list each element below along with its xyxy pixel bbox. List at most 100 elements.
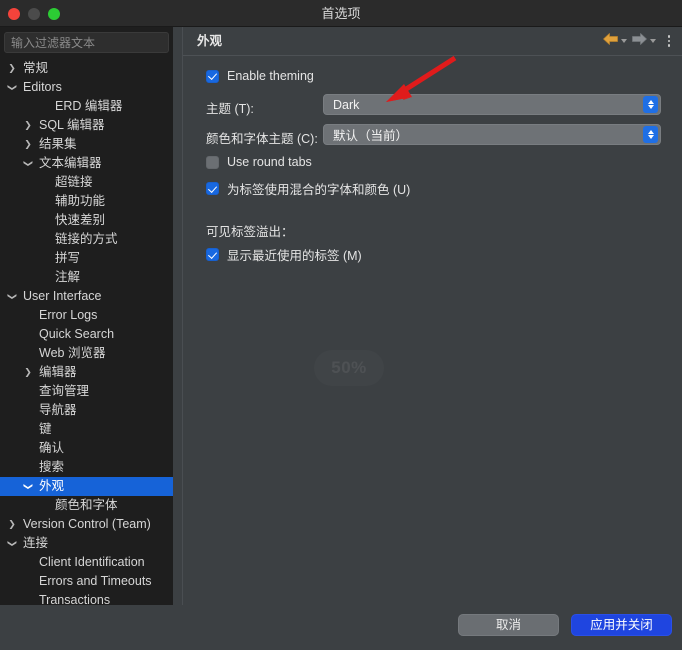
theme-label-row: 主题 (T): (206, 98, 254, 117)
enable-theming-row[interactable]: Enable theming (206, 69, 314, 83)
color-font-theme-label-row: 颜色和字体主题 (C): (206, 128, 318, 147)
sidebar-item-label: Version Control (Team) (23, 517, 151, 531)
main-panel-header: 外观 (183, 27, 682, 56)
arrow-left-icon[interactable] (602, 32, 619, 51)
sidebar-item-label: 搜索 (39, 460, 65, 474)
sidebar-item-label: Editors (23, 80, 62, 94)
show-recent-tabs-checkbox[interactable] (206, 248, 219, 261)
sidebar-tree-item[interactable]: ❯ Version Control (Team) (0, 515, 173, 534)
chevron-right-icon[interactable]: ❯ (22, 116, 34, 135)
window-titlebar: 首选项 (0, 0, 682, 27)
sidebar-tree-item[interactable]: ❯ Editors (0, 78, 173, 97)
preferences-main-panel: 外观 Enable theming 主题 (T): Dark 颜色和字体主题 (… (182, 27, 682, 636)
theme-combo-stepper-icon[interactable] (643, 96, 658, 113)
window-title: 首选项 (321, 6, 361, 21)
filter-container (0, 27, 173, 57)
sidebar-tree-item[interactable]: Web 浏览器 (0, 344, 173, 363)
overflow-section-row: 可见标签溢出： (206, 221, 294, 240)
sidebar-tree-item[interactable]: 搜索 (0, 458, 173, 477)
preferences-window: 首选项 ❯常规❯EditorsERD 编辑器❯SQL 编辑器❯结果集❯文本编辑器… (0, 0, 682, 650)
sidebar-tree-item[interactable]: 快速差别 (0, 211, 173, 230)
color-font-theme-combo-value: 默认（当前） (333, 129, 409, 143)
chevron-right-icon[interactable]: ❯ (22, 363, 34, 382)
sidebar-item-label: Transactions (39, 593, 111, 605)
color-font-theme-combo-stepper-icon[interactable] (643, 126, 658, 143)
sidebar-tree-item[interactable]: 导航器 (0, 401, 173, 420)
sidebar-tree-item[interactable]: ❯ 外观 (0, 477, 173, 496)
preferences-sidebar: ❯常规❯EditorsERD 编辑器❯SQL 编辑器❯结果集❯文本编辑器超链接辅… (0, 27, 173, 605)
forward-dropdown-caret (650, 39, 656, 43)
sidebar-tree-item[interactable]: 拼写 (0, 249, 173, 268)
sidebar-item-label: Quick Search (39, 327, 115, 341)
sidebar-tree-item[interactable]: ❯ 常规 (0, 59, 173, 78)
sidebar-tree-item[interactable]: 颜色和字体 (0, 496, 173, 515)
chevron-down-icon[interactable]: ❯ (19, 481, 38, 493)
chevron-down-icon[interactable]: ❯ (19, 158, 38, 170)
sidebar-item-label: Client Identification (39, 555, 145, 569)
filter-input[interactable] (4, 32, 169, 53)
back-dropdown-caret[interactable] (621, 39, 627, 43)
show-recent-tabs-row[interactable]: 显示最近使用的标签 (M) (206, 245, 362, 264)
color-font-theme-combo[interactable]: 默认（当前） (323, 124, 661, 145)
chevron-right-icon[interactable]: ❯ (6, 59, 18, 78)
chevron-down-icon[interactable]: ❯ (3, 82, 22, 94)
sidebar-item-label: Errors and Timeouts (39, 574, 152, 588)
back-nav-group[interactable] (601, 32, 628, 51)
sidebar-item-label: 超链接 (55, 175, 93, 189)
sidebar-item-label: ERD 编辑器 (55, 99, 123, 113)
sidebar-tree-item[interactable]: Quick Search (0, 325, 173, 344)
show-recent-tabs-label: 显示最近使用的标签 (M) (227, 249, 362, 263)
sidebar-tree-item[interactable]: ERD 编辑器 (0, 97, 173, 116)
apply-and-close-button[interactable]: 应用并关闭 (571, 614, 672, 636)
preferences-tree: ❯ 常规 ❯ Editors ERD 编辑器 ❯ SQL 编辑器 ❯ 结果集 ❯ 文本编辑器 超链接辅… (0, 57, 173, 605)
forward-nav-group[interactable] (630, 32, 657, 51)
sidebar-tree-item[interactable]: ❯ 编辑器 (0, 363, 173, 382)
mixed-fonts-row[interactable]: 为标签使用混合的字体和颜色 (U) (206, 179, 410, 198)
page-title: 外观 (197, 34, 223, 48)
sidebar-item-label: 颜色和字体 (55, 498, 118, 512)
sidebar-tree-item[interactable]: ❯ User Interface (0, 287, 173, 306)
sidebar-tree-item[interactable]: Errors and Timeouts (0, 572, 173, 591)
chevron-down-icon[interactable]: ❯ (3, 291, 22, 303)
use-round-tabs-label: Use round tabs (227, 155, 312, 169)
theme-combo[interactable]: Dark (323, 94, 661, 115)
sidebar-item-label: 链接的方式 (55, 232, 118, 246)
enable-theming-label: Enable theming (227, 69, 314, 83)
sidebar-tree-item[interactable]: ❯ 连接 (0, 534, 173, 553)
sidebar-tree-item[interactable]: 注解 (0, 268, 173, 287)
color-font-theme-label: 颜色和字体主题 (C): (206, 132, 318, 146)
kebab-menu-icon[interactable] (662, 32, 676, 50)
sidebar-tree-item[interactable]: 确认 (0, 439, 173, 458)
sidebar-item-label: 编辑器 (39, 365, 77, 379)
sidebar-item-label: 查询管理 (39, 384, 90, 398)
enable-theming-checkbox[interactable] (206, 69, 219, 83)
mixed-fonts-label: 为标签使用混合的字体和颜色 (U) (227, 183, 411, 197)
sidebar-tree-item[interactable]: 辅助功能 (0, 192, 173, 211)
zoom-level-watermark: 50% (314, 350, 384, 386)
chevron-right-icon[interactable]: ❯ (22, 135, 34, 154)
sidebar-tree-item[interactable]: 查询管理 (0, 382, 173, 401)
sidebar-item-label: 外观 (39, 479, 65, 493)
use-round-tabs-row[interactable]: Use round tabs (206, 155, 312, 169)
sidebar-tree-item[interactable]: Error Logs (0, 306, 173, 325)
chevron-down-icon[interactable]: ❯ (3, 538, 22, 550)
sidebar-item-label: 快速差别 (55, 213, 106, 227)
cancel-button[interactable]: 取消 (458, 614, 559, 636)
sidebar-tree-item[interactable]: 链接的方式 (0, 230, 173, 249)
sidebar-item-label: 注解 (55, 270, 81, 284)
dialog-footer: 取消 应用并关闭 (0, 605, 682, 650)
sidebar-item-label: Web 浏览器 (39, 346, 106, 360)
sidebar-item-label: 连接 (23, 536, 49, 550)
sidebar-tree-item[interactable]: 超链接 (0, 173, 173, 192)
sidebar-tree-item[interactable]: Client Identification (0, 553, 173, 572)
header-toolbar (601, 27, 676, 55)
sidebar-tree-item[interactable]: ❯ 文本编辑器 (0, 154, 173, 173)
sidebar-tree-item[interactable]: 键 (0, 420, 173, 439)
mixed-fonts-checkbox[interactable] (206, 182, 219, 195)
use-round-tabs-checkbox[interactable] (206, 155, 219, 169)
sidebar-tree-item[interactable]: ❯ SQL 编辑器 (0, 116, 173, 135)
sidebar-tree-item[interactable]: Transactions (0, 591, 173, 605)
overflow-section-label: 可见标签溢出： (206, 225, 294, 239)
sidebar-tree-item[interactable]: ❯ 结果集 (0, 135, 173, 154)
chevron-right-icon[interactable]: ❯ (6, 515, 18, 534)
